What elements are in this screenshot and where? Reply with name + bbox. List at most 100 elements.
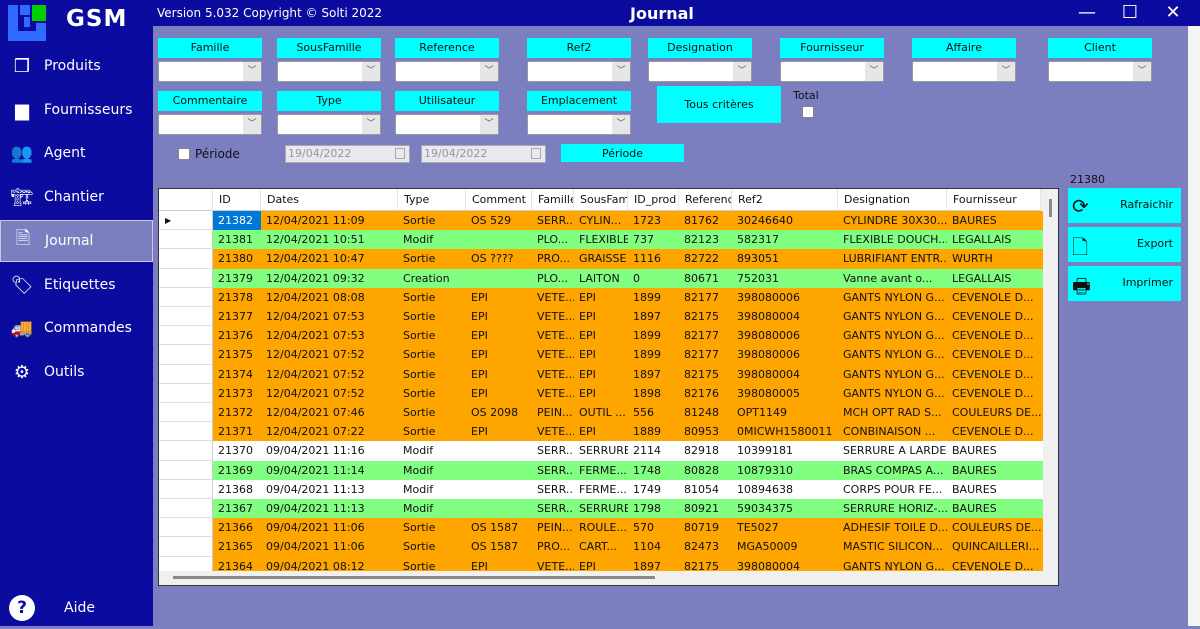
filter-famille-combo[interactable]: ﹀	[158, 61, 262, 82]
table-row[interactable]: 21379 12/04/2021 09:32 Creation PLO... LAITO…	[213, 268, 1043, 288]
row-header[interactable]	[159, 383, 213, 403]
filter-type-combo[interactable]: ﹀	[277, 114, 381, 135]
vertical-scroll-thumb[interactable]	[1049, 199, 1052, 217]
column-header-famille[interactable]: Famille	[532, 189, 574, 211]
sidebar-item-journal[interactable]: 🗎 Journal	[0, 220, 153, 262]
row-header[interactable]: ▶	[159, 211, 213, 231]
row-header[interactable]	[159, 403, 213, 423]
chevron-down-icon[interactable]: ﹀	[480, 115, 498, 134]
filter-reference-combo[interactable]: ﹀	[395, 61, 499, 82]
filter-fournisseur-combo[interactable]: ﹀	[780, 61, 884, 82]
chevron-down-icon[interactable]: ﹀	[865, 62, 883, 81]
horizontal-scroll-thumb[interactable]	[173, 576, 655, 579]
table-row[interactable]: 21372 12/04/2021 07:46 Sortie OS 2098 PEIN..…	[213, 403, 1043, 423]
table-row[interactable]: 21378 12/04/2021 08:08 Sortie EPI VETE... EPI…	[213, 287, 1043, 307]
sidebar-item-chantier[interactable]: 🏗 Chantier	[0, 176, 153, 218]
column-header-designation[interactable]: Designation	[838, 189, 947, 211]
export-button[interactable]: 🗋 Export	[1068, 227, 1181, 262]
all-criteria-button[interactable]: Tous critères	[657, 86, 781, 123]
periode-button[interactable]: Période	[561, 144, 684, 162]
chevron-down-icon[interactable]: ﹀	[362, 62, 380, 81]
chevron-down-icon[interactable]: ﹀	[362, 115, 380, 134]
column-header-comment[interactable]: Comment	[466, 189, 532, 211]
row-header[interactable]	[159, 460, 213, 480]
date-from-field[interactable]: 19/04/2022	[285, 145, 410, 163]
row-header[interactable]	[159, 287, 213, 307]
row-header[interactable]	[159, 518, 213, 538]
table-row[interactable]: 21366 09/04/2021 11:06 Sortie OS 1587 PEIN..…	[213, 518, 1043, 538]
filter-designation-combo[interactable]: ﹀	[648, 61, 752, 82]
column-header-ref2[interactable]: Ref2	[732, 189, 838, 211]
table-row[interactable]: 21370 09/04/2021 11:16 Modif SERR... SERRURE…	[213, 441, 1043, 461]
column-header-fournisseur[interactable]: Fournisseur	[947, 189, 1041, 211]
row-header[interactable]	[159, 479, 213, 499]
table-row[interactable]: 21369 09/04/2021 11:14 Modif SERR... FERME..…	[213, 460, 1043, 480]
row-header[interactable]	[159, 345, 213, 365]
periode-checkbox[interactable]	[178, 148, 190, 160]
chevron-down-icon[interactable]: ﹀	[997, 62, 1015, 81]
table-row[interactable]: 21374 12/04/2021 07:52 Sortie EPI VETE... EPI…	[213, 364, 1043, 384]
sidebar-item-agent[interactable]: 👥 Agent	[0, 132, 153, 174]
table-row[interactable]: 21373 12/04/2021 07:52 Sortie EPI VETE... EPI…	[213, 383, 1043, 403]
table-row[interactable]: 21375 12/04/2021 07:52 Sortie EPI VETE... EPI…	[213, 345, 1043, 365]
row-header[interactable]	[159, 499, 213, 519]
filter-utilisateur-combo[interactable]: ﹀	[395, 114, 499, 135]
sidebar-item-produits[interactable]: ❒ Produits	[0, 45, 153, 87]
close-button[interactable]: ✕	[1158, 2, 1188, 24]
table-row[interactable]: 21382 12/04/2021 11:09 Sortie OS 529 SERR...…	[213, 211, 1043, 231]
sidebar-item-fournisseurs[interactable]: ▆ Fournisseurs	[0, 89, 153, 131]
journal-grid[interactable]: ID Dates Type Comment Famille SousFam ID_prod R…	[158, 188, 1059, 586]
column-header-referenc[interactable]: Referenc	[679, 189, 732, 211]
column-header-dates[interactable]: Dates	[261, 189, 398, 211]
print-button[interactable]: 🖶 Imprimer	[1068, 266, 1181, 301]
row-header[interactable]	[159, 422, 213, 442]
column-header-id[interactable]: ID	[213, 189, 261, 211]
filter-commentaire-combo[interactable]: ﹀	[158, 114, 262, 135]
table-row[interactable]: 21376 12/04/2021 07:53 Sortie EPI VETE... EPI…	[213, 326, 1043, 346]
sidebar-item-aide[interactable]: ? Aide	[0, 587, 153, 629]
row-header[interactable]	[159, 364, 213, 384]
chevron-down-icon[interactable]: ﹀	[612, 115, 630, 134]
calendar-icon[interactable]	[531, 148, 541, 159]
chevron-down-icon[interactable]: ﹀	[733, 62, 751, 81]
chevron-down-icon[interactable]: ﹀	[243, 62, 261, 81]
filter-sousfamille-combo[interactable]: ﹀	[277, 61, 381, 82]
sidebar-item-outils[interactable]: ⚙ Outils	[0, 351, 153, 393]
horizontal-scrollbar[interactable]	[159, 571, 1043, 585]
date-to-field[interactable]: 19/04/2022	[421, 145, 546, 163]
table-row[interactable]: 21380 12/04/2021 10:47 Sortie OS ???? PRO...…	[213, 249, 1043, 269]
table-row[interactable]: 21368 09/04/2021 11:13 Modif SERR... FERME..…	[213, 479, 1043, 499]
row-header[interactable]	[159, 268, 213, 288]
maximize-button[interactable]: ☐	[1115, 2, 1145, 24]
chevron-down-icon[interactable]: ﹀	[480, 62, 498, 81]
row-header[interactable]	[159, 230, 213, 250]
filter-ref2-combo[interactable]: ﹀	[527, 61, 631, 82]
calendar-icon[interactable]	[395, 148, 405, 159]
row-header[interactable]	[159, 307, 213, 327]
filter-emplacement-combo[interactable]: ﹀	[527, 114, 631, 135]
total-checkbox[interactable]	[802, 106, 814, 118]
sidebar-item-commandes[interactable]: 🚚 Commandes	[0, 307, 153, 349]
row-header[interactable]	[159, 326, 213, 346]
chevron-down-icon[interactable]: ﹀	[1133, 62, 1151, 81]
cell-dates: 12/04/2021 07:52	[266, 367, 365, 381]
column-header-sousfam[interactable]: SousFam	[574, 189, 628, 211]
row-header[interactable]	[159, 537, 213, 557]
table-row[interactable]: 21381 12/04/2021 10:51 Modif PLO... FLEXIBLE…	[213, 230, 1043, 250]
table-row[interactable]: 21367 09/04/2021 11:13 Modif SERR... SERRURE…	[213, 499, 1043, 519]
column-header-type[interactable]: Type	[398, 189, 466, 211]
chevron-down-icon[interactable]: ﹀	[243, 115, 261, 134]
table-row[interactable]: 21365 09/04/2021 11:06 Sortie OS 1587 PRO...…	[213, 537, 1043, 557]
row-header[interactable]	[159, 441, 213, 461]
row-header[interactable]	[159, 249, 213, 269]
table-row[interactable]: 21377 12/04/2021 07:53 Sortie EPI VETE... EPI…	[213, 307, 1043, 327]
filter-affaire-combo[interactable]: ﹀	[912, 61, 1016, 82]
sidebar-item-etiquettes[interactable]: 🏷 Etiquettes	[0, 264, 153, 306]
chevron-down-icon[interactable]: ﹀	[612, 62, 630, 81]
refresh-button[interactable]: ⟳ Rafraichir	[1068, 188, 1181, 223]
table-row[interactable]: 21371 12/04/2021 07:22 Sortie EPI VETE... EPI…	[213, 422, 1043, 442]
filter-client-combo[interactable]: ﹀	[1048, 61, 1152, 82]
minimize-button[interactable]: —	[1072, 2, 1102, 24]
vertical-scrollbar[interactable]	[1043, 189, 1058, 585]
column-header-id_prod[interactable]: ID_prod	[628, 189, 679, 211]
